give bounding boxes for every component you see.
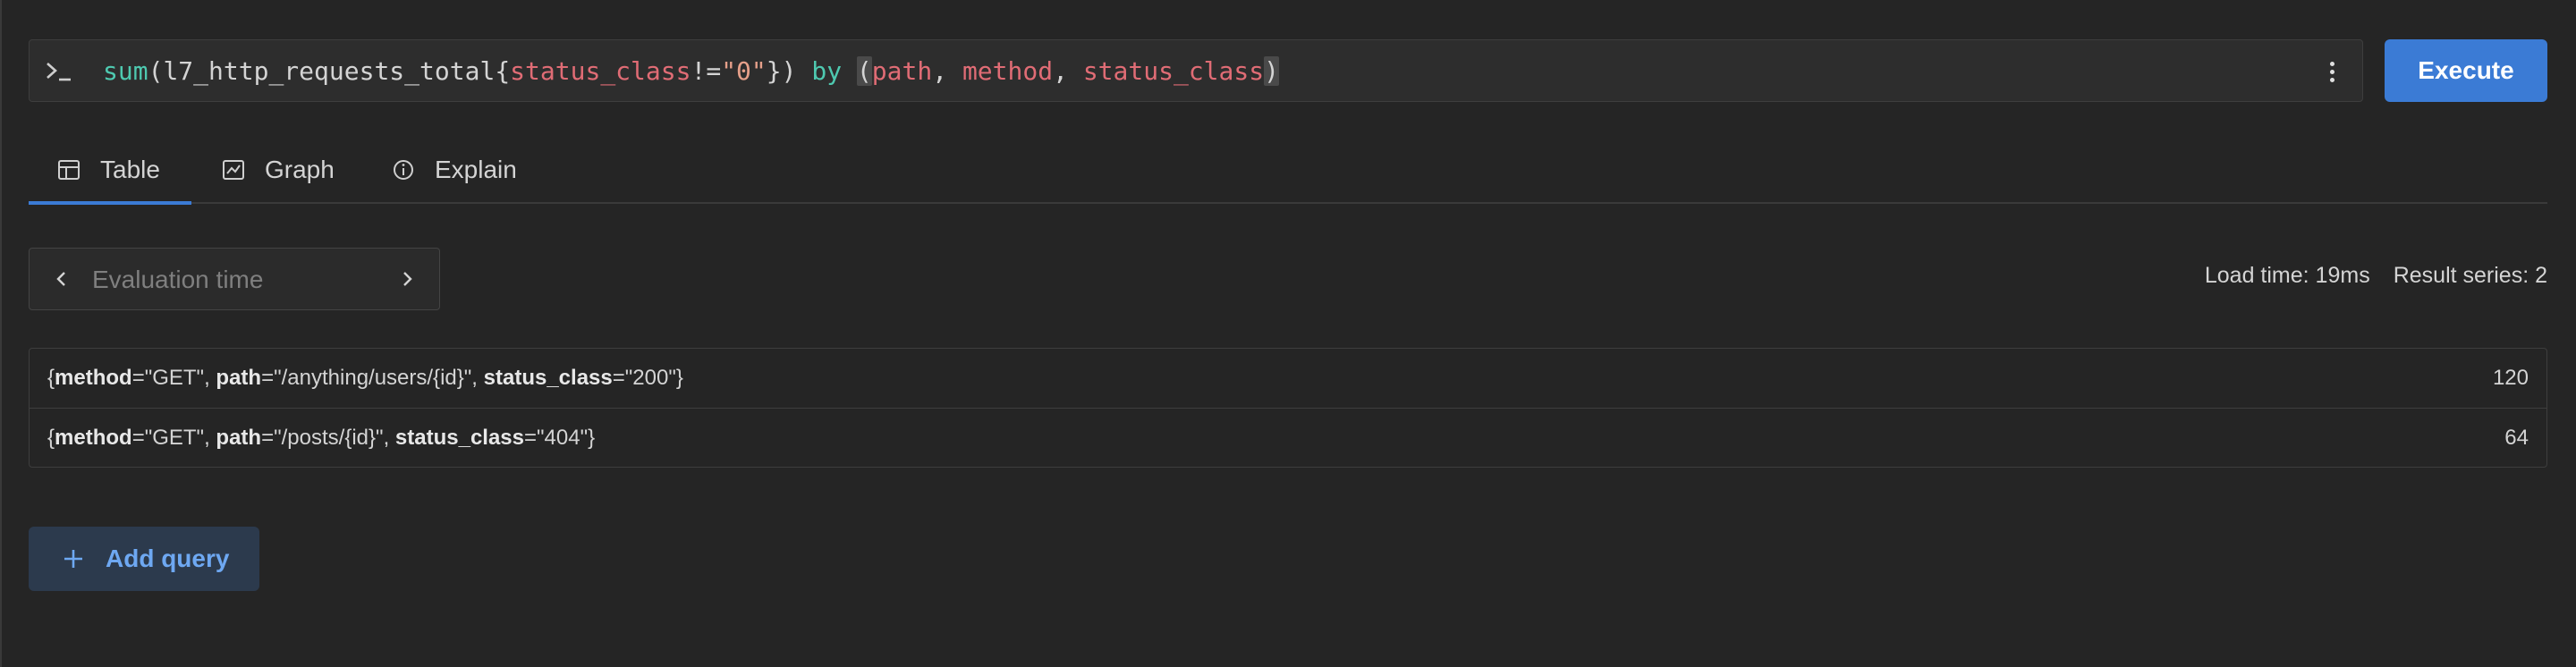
query-token: ) [1264,56,1279,86]
label-value: "200" [624,366,676,390]
execute-button[interactable]: Execute [2385,39,2547,102]
label-value: "/anything/users/{id}" [274,366,472,390]
left-border [0,0,2,667]
label-key: status_class [394,426,524,450]
active-tab-indicator [29,201,191,205]
tab-label: Table [100,156,160,183]
query-token: }) [766,56,797,86]
query-token: status_class [510,56,691,86]
series-labels: {method="GET", path="/anything/users/{id… [47,366,683,390]
label-value: "GET" [144,426,205,450]
query-token: path [871,56,933,86]
table-row: {method="GET", path="/anything/users/{id… [30,349,2546,408]
series-value: 64 [2504,426,2529,450]
graph-icon [223,160,244,180]
query-token: ( [148,56,164,86]
label-value: "404" [537,426,589,450]
result-series-count: Result series: 2 [2393,263,2547,288]
table-icon [58,160,80,180]
evaluation-time-picker [29,248,440,310]
terminal-prompt-icon [47,63,71,81]
query-token: status_class [1082,56,1265,86]
plus-icon [64,550,82,568]
query-row: sum(l7_http_requests_total{status_class!… [29,39,2547,104]
label-value: "GET" [144,366,205,390]
query-token: by [796,56,857,86]
series-value: 120 [2492,366,2529,390]
query-stats: Load time: 19ms Result series: 2 [2205,263,2547,289]
query-token: , [932,56,962,86]
label-value: "/posts/{id}" [274,426,384,450]
label-key: path [216,366,262,390]
label-key: method [55,426,132,450]
load-time: Load time: 19ms [2204,263,2370,288]
tab-table[interactable]: Table [57,138,160,202]
query-token: , [1053,56,1083,86]
label-key: path [216,426,262,450]
label-key: status_class [483,366,613,390]
add-query-button[interactable]: Add query [29,527,259,591]
query-expression[interactable]: sum(l7_http_requests_total{status_class!… [103,55,1279,89]
query-token: { [495,56,511,86]
query-token: method [962,56,1054,86]
chevron-right-icon[interactable] [394,266,419,291]
query-options-menu-icon[interactable] [2314,54,2350,89]
query-token: l7_http_requests_total [163,56,496,86]
tab-explain[interactable]: Explain [392,138,517,202]
tabs-divider [29,202,2547,204]
label-key: method [55,366,132,390]
results-table: {method="GET", path="/anything/users/{id… [29,348,2547,468]
evaluation-time-input[interactable] [90,259,362,300]
query-token: != [691,56,722,86]
query-token: sum [103,56,148,86]
table-row: {method="GET", path="/posts/{id}", statu… [30,408,2546,467]
query-token: ( [856,56,872,86]
view-tabs: Table Graph Explain [29,138,2547,205]
query-editor[interactable]: sum(l7_http_requests_total{status_class!… [29,39,2363,102]
tab-graph[interactable]: Graph [222,138,335,202]
series-labels: {method="GET", path="/posts/{id}", statu… [47,426,596,450]
add-query-label: Add query [106,545,230,572]
tab-label: Explain [435,156,517,183]
chevron-left-icon[interactable] [49,266,74,291]
tab-label: Graph [265,156,335,183]
query-token: "0" [721,56,767,86]
info-icon [394,160,413,180]
